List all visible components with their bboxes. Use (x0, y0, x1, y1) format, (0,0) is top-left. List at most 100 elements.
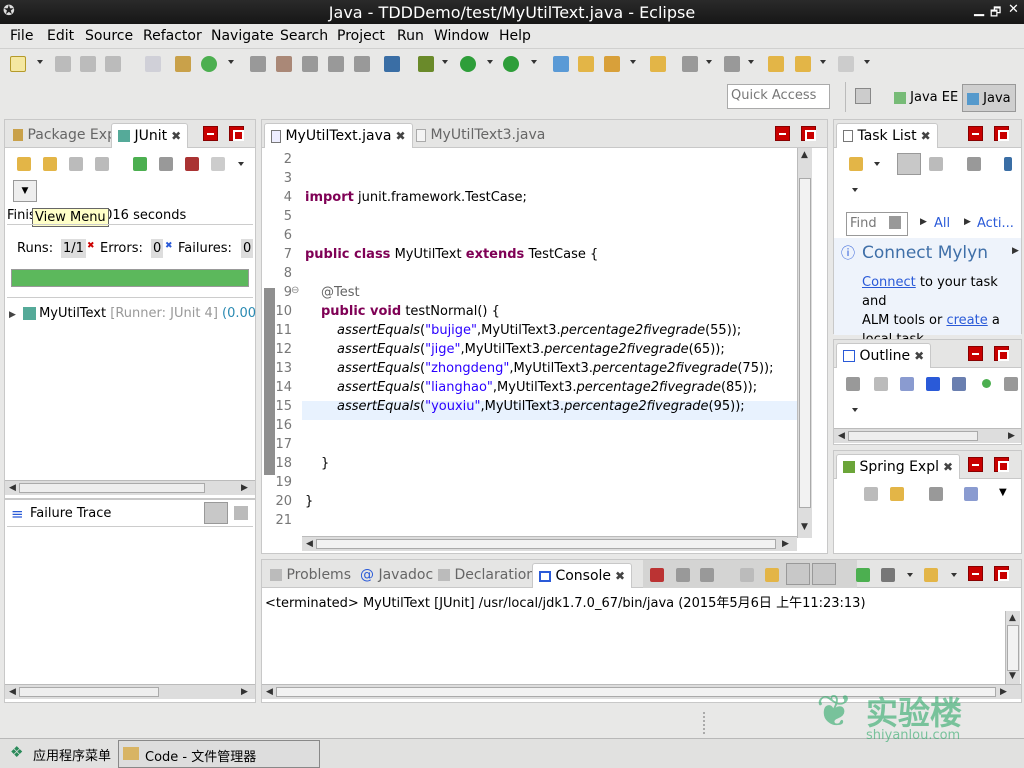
remove-all-icon[interactable] (700, 568, 714, 582)
next-annotation-icon[interactable] (682, 56, 698, 72)
binary-icon[interactable] (145, 56, 161, 72)
tab-outline[interactable]: Outline ✖ (836, 343, 932, 368)
perspective-java-ee[interactable]: Java EE (890, 84, 962, 112)
compare-icon[interactable] (234, 506, 248, 520)
scroll-lock-icon[interactable] (765, 568, 779, 582)
close-window-icon[interactable]: ✕ (1008, 2, 1019, 17)
tab-myutiltext-java[interactable]: MyUtilText.java ✖ (264, 123, 413, 148)
maximize-view-icon[interactable] (994, 457, 1009, 472)
show-on-err-icon[interactable] (812, 563, 836, 585)
tree-item-myutiltext[interactable]: ▶ MyUtilText [Runner: JUnit 4] (0.00 (9, 306, 256, 321)
prev-failure-icon[interactable] (43, 157, 57, 171)
quick-access-input[interactable]: Quick Access (727, 84, 830, 109)
tool-icon[interactable] (250, 56, 266, 72)
tab-problems[interactable]: Problems (264, 563, 357, 588)
maximize-view-icon[interactable] (994, 126, 1009, 141)
pin-console-icon[interactable] (856, 568, 870, 582)
minimize-view-icon[interactable] (968, 457, 983, 472)
history-icon[interactable] (211, 157, 225, 171)
minimize-editor-icon[interactable] (775, 126, 790, 141)
close-tab-icon[interactable]: ✖ (921, 129, 931, 143)
globe-icon[interactable] (553, 56, 569, 72)
save-all-icon[interactable] (80, 56, 96, 72)
tool3-icon[interactable] (328, 56, 344, 72)
create-link[interactable]: create (946, 313, 987, 328)
prev-annotation-icon[interactable] (724, 56, 740, 72)
view-menu-icon[interactable]: ▼ (999, 487, 1007, 498)
remove-launch-icon[interactable] (676, 568, 690, 582)
close-tab-icon[interactable]: ✖ (395, 129, 405, 143)
menu-search[interactable]: Search (280, 28, 328, 44)
tab-myutiltext3-java[interactable]: MyUtilText3.java (410, 123, 551, 148)
maximize-view-icon[interactable] (994, 346, 1009, 361)
code-line[interactable]: public void testNormal() { (321, 304, 500, 319)
folder-icon[interactable] (650, 56, 666, 72)
last-edit-icon[interactable] (768, 56, 784, 72)
code-line[interactable]: assertEquals("jige",MyUtilText3.percenta… (337, 342, 725, 357)
menu-source[interactable]: Source (85, 28, 133, 44)
menu-window[interactable]: Window (434, 28, 489, 44)
scroll-lock-icon[interactable] (95, 157, 109, 171)
minimize-view-icon[interactable] (968, 126, 983, 141)
close-tab-icon[interactable]: ✖ (615, 569, 625, 583)
menu-project[interactable]: Project (337, 28, 385, 44)
collapse-all-icon[interactable] (874, 377, 888, 391)
menu-refactor[interactable]: Refactor (143, 28, 202, 44)
refresh-icon[interactable] (201, 56, 217, 72)
minimize-view-icon[interactable] (968, 346, 983, 361)
editor-hscrollbar[interactable]: ◀ ▶ (302, 536, 797, 551)
open-folder-icon[interactable] (578, 56, 594, 72)
stop-icon[interactable] (185, 157, 199, 171)
filter-all-link[interactable]: All (934, 216, 950, 231)
focus-icon[interactable] (967, 157, 981, 171)
tab-spring-explorer[interactable]: Spring Expl ✖ (836, 454, 961, 479)
hide-static-icon[interactable] (952, 377, 966, 391)
hide-nonpublic-icon[interactable] (982, 379, 991, 388)
filter-stack-icon[interactable] (204, 502, 228, 524)
maximize-window-icon[interactable]: 🗗 (990, 3, 1001, 24)
menu-edit[interactable]: Edit (47, 28, 74, 44)
perspective-java[interactable]: Java (962, 84, 1016, 112)
close-tab-icon[interactable]: ✖ (914, 349, 924, 363)
code-line[interactable]: import junit.framework.TestCase; (305, 190, 527, 205)
clear-console-icon[interactable] (740, 568, 754, 582)
connect-link[interactable]: Connect (862, 275, 916, 290)
code-line[interactable]: @Test ⊖ (291, 285, 360, 300)
console-vscrollbar[interactable]: ▲ ▼ (1005, 611, 1020, 685)
build-icon[interactable] (175, 56, 191, 72)
link-with-editor-icon[interactable] (890, 487, 904, 501)
rerun-failed-icon[interactable] (159, 157, 173, 171)
taskbar-window-file-manager[interactable]: Code - 文件管理器 (118, 740, 320, 768)
maximize-view-icon[interactable] (994, 566, 1009, 581)
pencil-icon[interactable] (276, 56, 292, 72)
minimize-window-icon[interactable]: ▁ (974, 2, 984, 17)
close-tab-icon[interactable]: ✖ (943, 460, 953, 474)
minimize-view-icon[interactable] (203, 126, 218, 141)
tab-declaration[interactable]: Declaration (432, 563, 541, 588)
code-line[interactable]: assertEquals("lianghao",MyUtilText3.perc… (337, 380, 757, 395)
code-line[interactable]: assertEquals("bujige",MyUtilText3.percen… (337, 323, 741, 338)
save-icon[interactable] (55, 56, 71, 72)
new-task-icon[interactable] (849, 157, 863, 171)
maximize-editor-icon[interactable] (801, 126, 816, 141)
focus-active-icon[interactable] (846, 377, 860, 391)
fold-icon[interactable]: ⊖ (291, 285, 299, 296)
maximize-view-icon[interactable] (229, 126, 244, 141)
hide-local-icon[interactable] (1004, 377, 1018, 391)
tab-junit[interactable]: JUnit ✖ (111, 123, 189, 148)
sort-az-icon[interactable] (964, 487, 978, 501)
hide-fields-icon[interactable] (926, 377, 940, 391)
tool4-icon[interactable] (354, 56, 370, 72)
close-tab-icon[interactable]: ✖ (171, 129, 181, 143)
sort-icon[interactable] (900, 377, 914, 391)
menu-file[interactable]: File (10, 28, 33, 44)
app-menu-button[interactable]: 应用程序菜单 (33, 745, 111, 764)
collapse-icon[interactable] (864, 487, 878, 501)
menu-run[interactable]: Run (397, 28, 424, 44)
code-line[interactable]: public class MyUtilText extends TestCase… (305, 247, 598, 262)
view-menu-icon[interactable]: ▼ (13, 180, 37, 202)
expand-icon[interactable]: ▶ (9, 310, 16, 320)
back-icon[interactable] (795, 56, 811, 72)
open-perspective-icon[interactable] (855, 88, 871, 104)
junit-hscrollbar[interactable]: ◀ ▶ (5, 480, 255, 495)
